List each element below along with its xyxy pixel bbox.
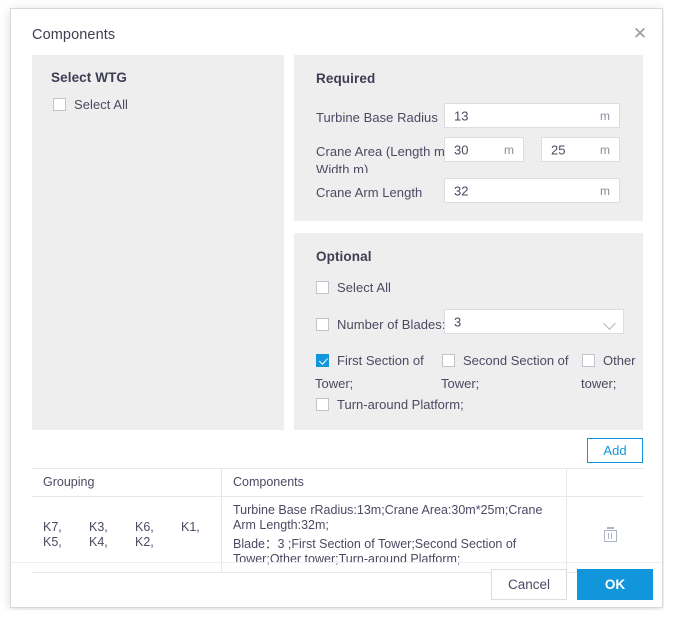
turbine-base-radius-label: Turbine Base Radius — [316, 110, 438, 125]
turn-around-platform-label: Turn-around Platform; — [337, 397, 464, 412]
crane-arm-length-label: Crane Arm Length — [316, 185, 423, 200]
wtg-select-all-checkbox[interactable] — [53, 98, 66, 112]
number-of-blades-value: 3 — [454, 314, 462, 329]
number-of-blades-label: Number of Blades: — [337, 317, 446, 333]
first-section-of-tower-label-line2: Tower; — [315, 376, 354, 391]
table-cell-grouping: K7, K3, K6, K1, K5, K4, K2, — [32, 497, 222, 572]
optional-select-all-checkbox[interactable] — [316, 281, 329, 295]
turbine-base-radius-unit: m — [600, 108, 610, 123]
table-cell-components: Turbine Base rRadius:13m;Crane Area:30m*… — [222, 497, 567, 572]
other-tower-checkbox[interactable] — [582, 354, 595, 367]
ok-button[interactable]: OK — [577, 569, 653, 600]
components-line: Turbine Base rRadius:13m;Crane Area:30m*… — [233, 503, 543, 532]
table-header-grouping: Grouping — [32, 469, 222, 496]
grouping-list: K7, K3, K6, K1, K5, K4, K2, — [43, 520, 215, 549]
add-button[interactable]: Add — [587, 438, 643, 463]
turbine-base-radius-input[interactable]: 13 m — [444, 103, 620, 128]
grouping-item: K7, — [43, 520, 62, 534]
crane-area-length-unit: m — [504, 142, 514, 157]
number-of-blades-select[interactable]: 3 — [444, 309, 624, 334]
required-title: Required — [316, 71, 376, 86]
optional-select-all-row[interactable]: Select All — [316, 279, 391, 297]
dialog-title: Components — [32, 27, 116, 43]
crane-area-label: Crane Area (Length m X — [316, 144, 458, 159]
trash-icon[interactable] — [603, 527, 617, 542]
grouping-item: K2, — [135, 535, 154, 549]
optional-panel: Optional Select All Number of Blades: 3 … — [294, 233, 643, 430]
wtg-select-all-label: Select All — [74, 97, 128, 113]
crane-area-width-value: 25 — [551, 142, 566, 157]
screenshot-torn-edge-bottom — [0, 610, 681, 627]
grouping-item: K4, — [89, 535, 108, 549]
components-table: Grouping Components K7, K3, K6, K1, K5, … — [32, 468, 643, 573]
close-icon[interactable]: ✕ — [627, 21, 653, 47]
first-section-of-tower-label-line1: First Section of — [337, 353, 424, 368]
crane-arm-length-unit: m — [600, 183, 610, 198]
crane-arm-length-input[interactable]: 32 m — [444, 178, 620, 203]
second-section-of-tower-checkbox[interactable] — [442, 354, 455, 367]
footer-divider — [11, 562, 662, 563]
grouping-item: K5, — [43, 535, 62, 549]
cancel-button[interactable]: Cancel — [491, 569, 567, 600]
turn-around-platform-checkbox[interactable] — [316, 398, 329, 411]
crane-area-length-input[interactable]: 30 m — [444, 137, 524, 162]
other-tower-label-line1: Other — [603, 353, 636, 368]
wtg-select-all-row[interactable]: Select All — [53, 96, 128, 114]
second-section-of-tower-label-line2: Tower; — [441, 376, 480, 391]
grouping-item: K1, — [181, 520, 200, 534]
optional-select-all-label: Select All — [337, 280, 391, 296]
turbine-base-radius-value: 13 — [454, 108, 469, 123]
first-section-of-tower-checkbox[interactable] — [316, 354, 329, 367]
select-wtg-panel: Select WTG Select All — [32, 55, 284, 430]
other-tower-label-line2: tower; — [581, 376, 617, 391]
screenshot-torn-edge-right — [664, 0, 681, 627]
grouping-item: K6, — [135, 520, 154, 534]
optional-title: Optional — [316, 249, 372, 264]
components-dialog: Components ✕ Select WTG Select All Requi… — [10, 8, 663, 608]
grouping-item: K3, — [89, 520, 108, 534]
chevron-down-icon — [603, 317, 616, 330]
crane-area-width-unit: m — [600, 142, 610, 157]
crane-arm-length-value: 32 — [454, 183, 469, 198]
crane-area-length-value: 30 — [454, 142, 469, 157]
table-row: K7, K3, K6, K1, K5, K4, K2, Turbine Base… — [32, 497, 643, 572]
table-header-components: Components — [222, 469, 567, 496]
crane-area-width-input[interactable]: 25 m — [541, 137, 620, 162]
table-header-row: Grouping Components — [32, 469, 643, 497]
number-of-blades-checkbox[interactable] — [316, 318, 329, 332]
second-section-of-tower-label-line1: Second Section of — [463, 353, 569, 368]
required-panel: Required Turbine Base Radius 13 m Crane … — [294, 55, 643, 221]
select-wtg-title: Select WTG — [51, 70, 128, 85]
table-cell-actions — [567, 497, 642, 572]
table-header-actions — [567, 469, 642, 496]
number-of-blades-row[interactable]: Number of Blades: — [316, 316, 446, 334]
